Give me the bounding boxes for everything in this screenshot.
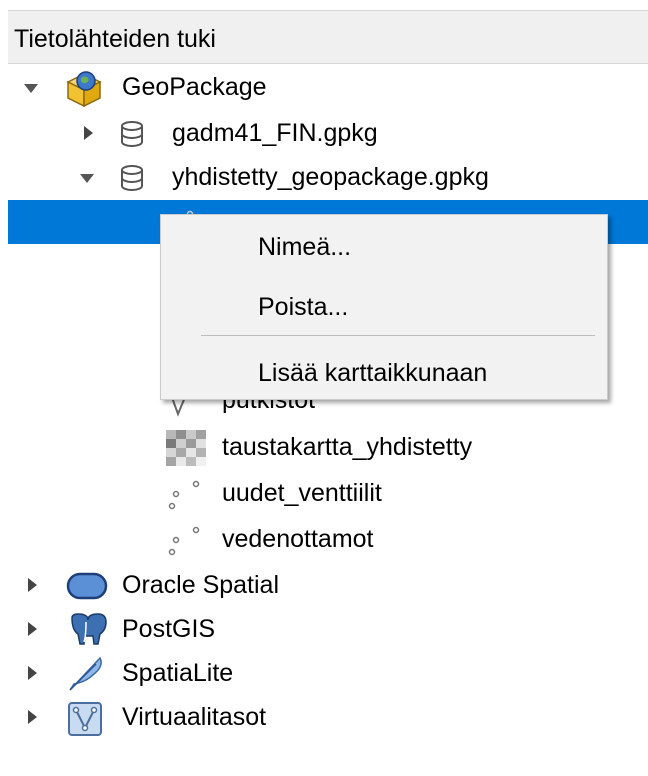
menu-item-delete[interactable]: Poista... [161,285,607,329]
menu-item-label: Nimeä... [258,233,352,261]
expand-arrow-icon[interactable] [84,126,93,140]
tree-item-label: taustakartta_yhdistetty [222,433,473,461]
tree-item-gadm41-fin[interactable]: gadm41_FIN.gpkg [0,112,648,156]
tree-item-postgis[interactable]: PostGIS [0,608,648,652]
context-menu: Nimeä... Poista... Lisää karttaikkunaan [160,214,608,400]
tree-item-vedenottamot[interactable]: vedenottamot [0,518,648,562]
tree-item-label: vedenottamot [222,525,374,553]
tree-item-label: gadm41_FIN.gpkg [172,119,378,147]
menu-item-rename[interactable]: Nimeä... [161,225,607,269]
collapse-arrow-icon[interactable] [24,84,38,93]
raster-layer-icon [166,430,206,466]
menu-separator [201,335,595,336]
panel-header: Tietolähteiden tuki [8,10,648,64]
expand-arrow-icon[interactable] [28,578,37,592]
tree-item-label: Virtuaalitasot [122,703,267,731]
tree-item-oracle-spatial[interactable]: Oracle Spatial [0,564,648,608]
menu-item-label: Poista... [258,293,349,321]
geopackage-icon [66,71,102,108]
menu-item-label: Lisää karttaikkunaan [258,359,488,387]
tree-item-taustakartta-yhdistetty[interactable]: taustakartta_yhdistetty [0,426,648,470]
expand-arrow-icon[interactable] [28,622,37,636]
tree-item-label: uudet_venttiilit [222,479,382,507]
point-layer-icon [168,526,200,556]
tree-item-label: SpatiaLite [122,659,234,687]
tree-item-virtuaalitasot[interactable]: Virtuaalitasot [0,696,648,740]
point-layer-icon [168,480,200,510]
virtual-layer-icon [68,702,102,736]
menu-item-add-to-map[interactable]: Lisää karttaikkunaan [161,351,607,395]
tree-item-label: Oracle Spatial [122,571,280,599]
collapse-arrow-icon[interactable] [80,174,94,183]
panel-title: Tietolähteiden tuki [14,25,216,53]
tree-item-geopackage[interactable]: GeoPackage [0,66,648,110]
tree-item-spatialite[interactable]: SpatiaLite [0,652,648,696]
database-icon [121,121,143,147]
tree-item-label: yhdistetty_geopackage.gpkg [172,163,489,191]
tree-item-yhdistetty-geopackage[interactable]: yhdistetty_geopackage.gpkg [0,156,648,200]
expand-arrow-icon[interactable] [28,710,37,724]
tree-item-label: PostGIS [122,615,216,643]
database-icon [121,165,143,191]
top-border [0,0,648,8]
expand-arrow-icon[interactable] [28,666,37,680]
tree-item-uudet-venttiilit[interactable]: uudet_venttiilit [0,472,648,516]
tree-item-label: GeoPackage [122,73,267,101]
feather-icon [69,656,102,691]
postgis-elephant-icon [71,613,107,645]
oracle-icon [66,572,108,600]
